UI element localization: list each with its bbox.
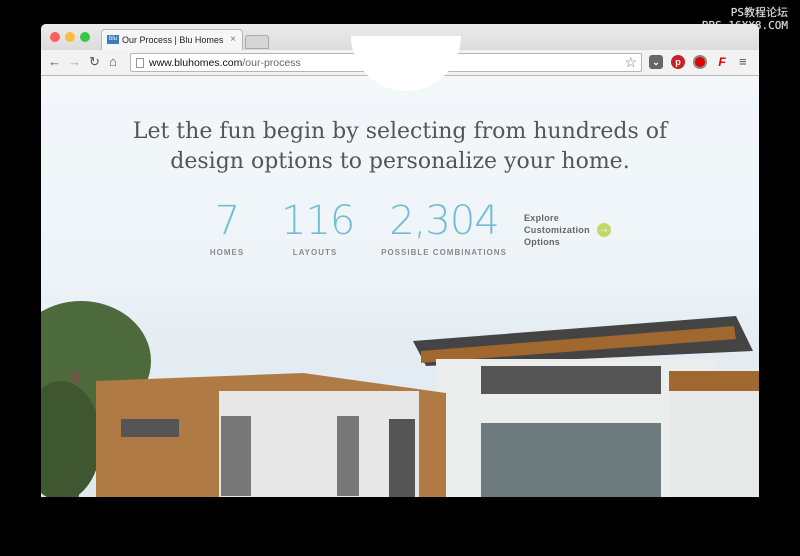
right-wing-wall <box>669 391 759 497</box>
left-window <box>221 416 251 496</box>
arrow-right-icon[interactable]: → <box>597 223 611 237</box>
favicon: blu <box>107 35 119 44</box>
header-arc <box>351 36 461 91</box>
clerestory-windows <box>481 366 661 394</box>
reload-icon[interactable]: ↻ <box>89 54 100 70</box>
pinterest-icon[interactable]: p <box>671 55 685 69</box>
url-path: /our-process <box>242 57 301 69</box>
tab-title: Our Process | Blu Homes <box>122 35 224 45</box>
browser-window: blu Our Process | Blu Homes × ← → ↻ ⌂ ww… <box>41 24 759 497</box>
small-window <box>121 419 179 437</box>
page-content: Let the fun begin by selecting from hund… <box>41 36 759 497</box>
new-tab-button[interactable] <box>245 35 269 49</box>
door <box>389 419 415 497</box>
stat-layouts: 116 LAYOUTS <box>281 198 355 257</box>
url-domain: www.bluhomes.com <box>149 57 243 69</box>
middle-window <box>337 416 359 496</box>
pocket-icon[interactable]: ⌄ <box>649 55 663 69</box>
back-icon[interactable]: ← <box>48 54 61 69</box>
close-window-button[interactable] <box>50 32 60 42</box>
menu-icon[interactable]: ≡ <box>739 54 747 69</box>
bookmark-star-icon[interactable]: ☆ <box>624 54 637 71</box>
tab-our-process[interactable]: blu Our Process | Blu Homes × <box>101 29 243 50</box>
home-icon[interactable]: ⌂ <box>109 54 117 69</box>
page-icon <box>136 58 144 68</box>
stat-combinations: 2,304 POSSIBLE COMBINATIONS <box>381 198 507 257</box>
adblock-icon[interactable] <box>693 55 707 69</box>
headline: Let the fun begin by selecting from hund… <box>132 119 668 174</box>
minimize-window-button[interactable] <box>65 32 75 42</box>
glass-doors <box>481 423 661 497</box>
right-wing-wood <box>669 371 759 391</box>
maximize-window-button[interactable] <box>80 32 90 42</box>
font-icon[interactable]: F <box>715 55 729 69</box>
explore-customization-link[interactable]: Explore Customization Options <box>524 212 590 248</box>
close-tab-icon[interactable]: × <box>230 34 236 45</box>
stat-homes: 7 HOMES <box>209 198 245 257</box>
house-photo <box>41 301 759 497</box>
forward-icon[interactable]: → <box>68 54 81 69</box>
